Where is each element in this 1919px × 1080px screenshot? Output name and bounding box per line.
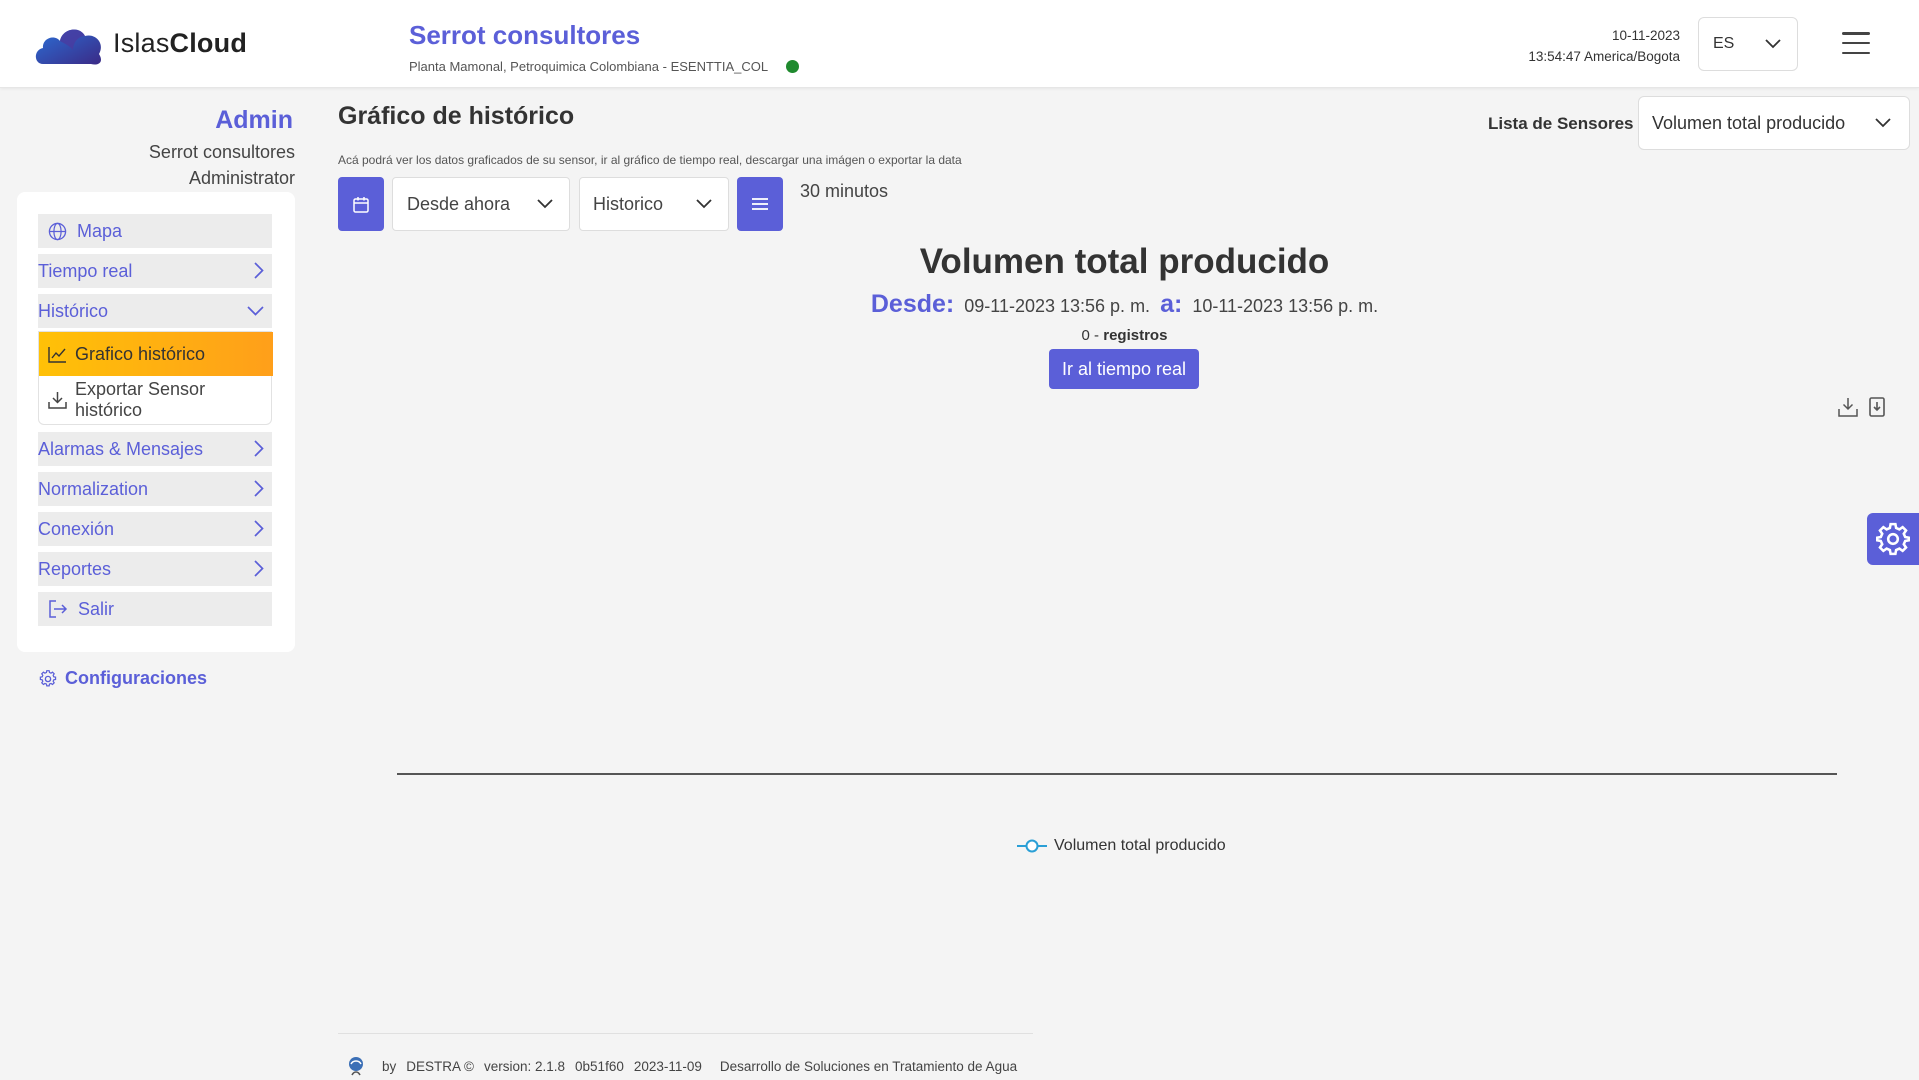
sidebar-menu: Mapa Tiempo real Histórico Grafico histó… <box>17 192 295 652</box>
footer-tagline: Desarrollo de Soluciones en Tratamiento … <box>719 1058 1018 1074</box>
chevron-down-icon <box>1765 39 1781 49</box>
sensor-list-label: Lista de Sensores <box>1488 114 1634 133</box>
export-data-icon[interactable] <box>1869 397 1885 422</box>
chart-legend[interactable]: Volumen total producido <box>1016 837 1226 855</box>
chart-title: Volumen total producido <box>919 242 1330 281</box>
plant-name: Planta Mamonal, Petroquimica Colombiana … <box>409 59 769 74</box>
sidebar-role-title: Admin <box>215 106 293 134</box>
range-select[interactable]: Desde ahora <box>392 177 570 231</box>
company-name[interactable]: Serrot consultores <box>409 20 799 51</box>
mode-select-value: Historico <box>593 193 664 214</box>
settings-floating-button[interactable] <box>1867 513 1919 565</box>
footer-version: version: 2.1.8 <box>483 1058 566 1074</box>
submenu-item-grafico-historico[interactable]: Grafico histórico <box>39 332 273 376</box>
legend-line-marker-icon <box>1017 839 1047 853</box>
top-bar: IslasCloud Serrot consultores Planta Mam… <box>0 0 1919 88</box>
to-value: 10-11-2023 13:56 p. m. <box>1192 296 1379 316</box>
submenu-item-label: Grafico histórico <box>75 343 206 364</box>
submenu-item-label: Exportar Sensor histórico <box>75 379 206 420</box>
go-realtime-button[interactable]: Ir al tiempo real <box>1049 349 1199 389</box>
records-number: 0 <box>1081 327 1090 344</box>
chevron-right-icon <box>254 440 264 457</box>
sidebar-item-label: Reportes <box>38 558 112 579</box>
company-subtitle: Planta Mamonal, Petroquimica Colombiana … <box>409 59 800 74</box>
footer-brand: DESTRA © <box>406 1058 474 1074</box>
to-label: a: <box>1160 290 1183 318</box>
options-menu-button[interactable] <box>737 177 783 231</box>
chevron-right-icon <box>254 520 264 537</box>
chevron-down-icon <box>1875 118 1891 128</box>
chevron-right-icon <box>254 262 264 279</box>
sidebar-item-label: Conexión <box>38 518 115 539</box>
chart-line-icon <box>48 346 67 363</box>
sidebar-item-mapa[interactable]: Mapa <box>38 214 272 248</box>
footer: by DESTRA © version: 2.1.8 0b51f60 2023-… <box>346 1055 1027 1077</box>
chevron-down-icon <box>247 306 264 316</box>
footer-by: by <box>382 1058 397 1074</box>
records-count: 0 - registros <box>818 327 1431 344</box>
chevron-right-icon <box>254 480 264 497</box>
sidebar-item-label: Normalization <box>38 478 149 499</box>
sidebar-item-label: Alarmas & Mensajes <box>38 438 204 459</box>
historico-submenu: Grafico histórico Exportar Sensor histór… <box>38 331 273 425</box>
sensor-select-value: Volumen total producido <box>1652 112 1846 133</box>
download-icon <box>48 391 67 409</box>
page-title: Gráfico de histórico <box>338 102 575 130</box>
configuraciones-label: Configuraciones <box>65 668 208 688</box>
list-icon <box>752 198 768 210</box>
sidebar-item-tiempo-real[interactable]: Tiempo real <box>38 254 272 288</box>
globe-icon <box>48 222 67 241</box>
cloud-logo-icon <box>35 29 102 65</box>
sensor-select[interactable]: Volumen total producido <box>1638 96 1910 150</box>
sidebar-organization: Serrot consultores <box>148 142 295 162</box>
sidebar-item-historico[interactable]: Histórico <box>38 294 272 328</box>
range-select-value: Desde ahora <box>407 193 511 214</box>
chevron-down-icon <box>696 199 712 209</box>
current-datetime: 10-11-2023 13:54:47 America/Bogota <box>1528 25 1680 67</box>
sidebar-role: Administrator <box>188 168 295 188</box>
download-image-icon[interactable] <box>1838 397 1858 422</box>
sidebar-item-label: Histórico <box>38 300 109 321</box>
calendar-icon <box>353 196 369 213</box>
app-logo[interactable]: IslasCloud <box>33 20 247 66</box>
calendar-button[interactable] <box>338 177 384 231</box>
connection-status-dot <box>786 60 800 73</box>
sidebar-item-label: Mapa <box>77 220 123 241</box>
language-value: ES <box>1713 35 1735 52</box>
chevron-right-icon <box>254 560 264 577</box>
chart-x-axis <box>397 773 1837 775</box>
hamburger-menu-icon[interactable] <box>1842 32 1870 54</box>
from-value: 09-11-2023 13:56 p. m. <box>964 296 1151 316</box>
records-label: registros <box>1103 327 1168 344</box>
sidebar-item-reportes[interactable]: Reportes <box>38 552 272 586</box>
records-separator: - <box>1089 327 1104 344</box>
company-info: Serrot consultores Planta Mamonal, Petro… <box>409 20 800 74</box>
footer-date: 2023-11-09 <box>633 1058 702 1074</box>
logo-text: IslasCloud <box>113 27 248 58</box>
submenu-item-exportar-sensor[interactable]: Exportar Sensor histórico <box>39 378 273 422</box>
language-select[interactable]: ES <box>1698 17 1798 71</box>
footer-commit: 0b51f60 <box>575 1058 624 1074</box>
logout-icon <box>48 600 68 618</box>
page-description: Acá podrá ver los datos graficados de su… <box>338 153 962 167</box>
sidebar-item-normalization[interactable]: Normalization <box>38 472 272 506</box>
from-label: Desde: <box>870 290 955 318</box>
destra-logo-icon <box>346 1055 366 1077</box>
sidebar-item-conexion[interactable]: Conexión <box>38 512 272 546</box>
mode-select[interactable]: Historico <box>579 177 729 231</box>
sidebar-item-label: Tiempo real <box>38 260 133 281</box>
gear-icon <box>39 669 57 686</box>
legend-label: Volumen total producido <box>1054 837 1226 854</box>
configuraciones-link[interactable]: Configuraciones <box>39 668 207 689</box>
current-date: 10-11-2023 <box>1611 28 1680 43</box>
sidebar-item-salir[interactable]: Salir <box>38 592 272 626</box>
sidebar-item-label: Salir <box>78 598 115 619</box>
current-time: 13:54:47 America/Bogota <box>1528 49 1680 64</box>
chevron-down-icon <box>537 199 553 209</box>
footer-divider <box>338 1033 1033 1034</box>
gear-icon <box>1876 522 1910 556</box>
date-range: Desde: 09-11-2023 13:56 p. m. a: 10-11-2… <box>618 290 1631 319</box>
interval-label: 30 minutos <box>800 181 889 201</box>
sidebar-item-alarmas[interactable]: Alarmas & Mensajes <box>38 432 272 466</box>
